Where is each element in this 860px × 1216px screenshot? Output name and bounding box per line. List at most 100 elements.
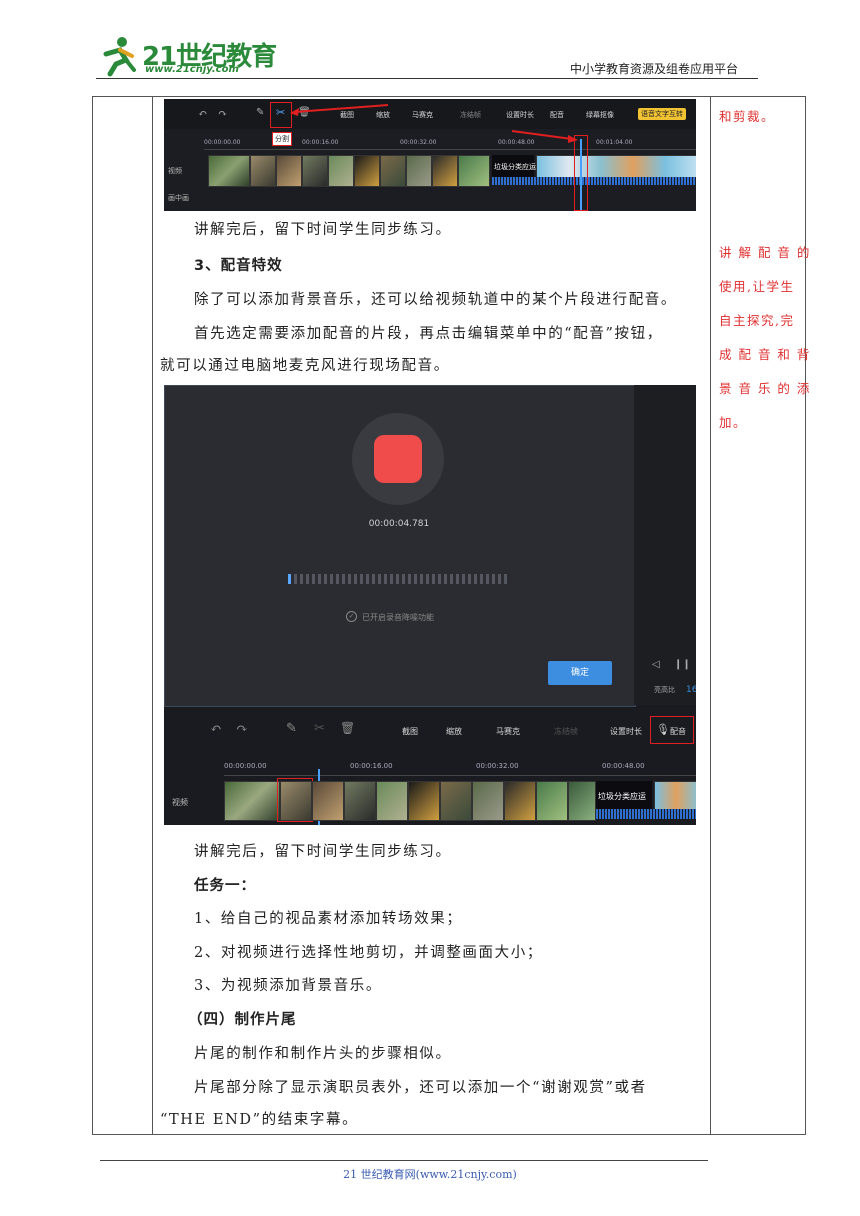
clip-thumbnail[interactable] [406, 155, 432, 187]
arrow-to-playhead [511, 130, 578, 143]
header-divider [96, 78, 758, 79]
tool-freeze[interactable]: 冻结帧 [460, 110, 481, 120]
track-video-label: 视频 [168, 167, 182, 175]
logo-url: www.21cnjy.com [145, 64, 239, 75]
note-text: 景 音 乐 的 添 [719, 381, 811, 396]
paragraph: 讲解完后，留下时间学生同步练习。 [194, 222, 452, 238]
section-heading: 3、配音特效 [194, 258, 283, 274]
clip-thumbnail[interactable] [250, 155, 276, 187]
clip-thumbnail[interactable] [654, 781, 696, 811]
editor-screenshot-dubbing: 00:00:04.781 ✓ 已开启录音降噪功能 确定 ◁ ❙❙ 亮高比 16 … [164, 385, 696, 825]
clip-thumbnail[interactable] [302, 155, 328, 187]
footer-divider [100, 1160, 708, 1161]
tick: 00:00:00.00 [204, 139, 241, 146]
clip-thumbnail[interactable] [276, 155, 302, 187]
paragraph: 除了可以添加背景音乐，还可以给视频轨道中的某个片段进行配音。 [194, 292, 677, 308]
paragraph: 就可以通过电脑地麦克风进行现场配音。 [160, 358, 450, 374]
tool-freeze[interactable]: 冻结帧 [554, 726, 578, 737]
redo-icon[interactable]: ↷ [236, 721, 248, 737]
clip-thumbnail[interactable] [536, 781, 568, 821]
stop-record-button[interactable] [374, 435, 422, 483]
title-clip[interactable]: 垃圾分类应运 [492, 155, 536, 177]
clip-thumbnail[interactable] [376, 781, 408, 821]
clip-thumbnail[interactable] [354, 155, 380, 187]
speech-text-badge[interactable]: 语音文字互转 [638, 108, 686, 120]
clip-thumbnail[interactable] [224, 781, 280, 821]
clip-thumbnail[interactable] [504, 781, 536, 821]
highlight-selected-clip [277, 778, 313, 822]
ruler [224, 775, 696, 776]
paragraph: 首先选定需要添加配音的片段，再点击编辑菜单中的“配音”按钮， [194, 326, 663, 342]
pause-icon[interactable]: ❙❙ [674, 659, 691, 670]
clip-thumbnail[interactable] [208, 155, 250, 187]
table-col-divider-1 [152, 96, 153, 1135]
tool-duration[interactable]: 设置时长 [506, 110, 534, 120]
table-col-divider-2 [710, 96, 711, 1135]
clip-thumbnail[interactable] [458, 155, 490, 187]
clip-thumbnail[interactable] [312, 781, 344, 821]
pencil-icon[interactable]: ✎ [256, 107, 264, 118]
clip-thumbnail[interactable] [408, 781, 440, 821]
preview-panel [634, 385, 696, 705]
task-item: 3、为视频添加背景音乐。 [194, 978, 382, 994]
table-left-border [92, 96, 93, 1135]
trash-icon[interactable]: 🗑 [340, 721, 355, 735]
tool-mosaic[interactable]: 马赛克 [412, 110, 433, 120]
redo-icon[interactable]: ↷ [218, 107, 227, 120]
clip-thumbnail[interactable] [472, 781, 504, 821]
clip-thumbnail[interactable] [432, 155, 458, 187]
note-text: 成 配 音 和 背 [719, 347, 811, 362]
pencil-icon[interactable]: ✎ [286, 721, 297, 736]
note-text: 和剪裁。 [719, 109, 776, 124]
tick: 00:00:32.00 [476, 762, 519, 770]
note-text: 自主探究,完 [719, 313, 795, 328]
highlight-split-tool [270, 102, 292, 128]
track-pip-label: 画中画 [168, 194, 189, 202]
table-top-border [92, 96, 806, 97]
noise-reduction-note: 已开启录音降噪功能 [362, 613, 434, 622]
split-tooltip: 分割 [272, 132, 292, 146]
clip-thumbnail[interactable] [328, 155, 354, 187]
undo-icon[interactable]: ↶ [210, 721, 222, 737]
tick: 00:00:32.00 [400, 139, 437, 146]
clip-thumbnail[interactable] [344, 781, 376, 821]
task-item: 1、给自己的视品素材添加转场效果； [194, 911, 463, 927]
note-text: 使用,让学生 [719, 279, 795, 294]
tool-greenscreen[interactable]: 绿幕抠像 [586, 110, 614, 120]
tick: 00:00:16.00 [350, 762, 393, 770]
clip-thumbnail[interactable] [380, 155, 406, 187]
confirm-button[interactable]: 确定 [548, 661, 612, 685]
tool-zoom[interactable]: 缩放 [446, 726, 462, 737]
tool-duration[interactable]: 设置时长 [610, 726, 642, 737]
scissors-icon[interactable]: ✂ [314, 721, 325, 736]
header-platform-title: 中小学教育资源及组卷应用平台 [570, 62, 739, 76]
tool-crop[interactable]: 截图 [402, 726, 418, 737]
note-text: 讲 解 配 音 的 [719, 245, 811, 260]
table-bottom-border [92, 1134, 806, 1135]
ruler [204, 149, 696, 150]
task-item: 2、对视频进行选择性地剪切，并调整画面大小； [194, 945, 543, 961]
editor-screenshot-split: ↶ ↷ ✎ ✂ 🗑 截图 缩放 马赛克 冻结帧 设置时长 配音 绿幕抠像 语音文… [164, 99, 696, 211]
tool-mosaic[interactable]: 马赛克 [496, 726, 520, 737]
section-heading: （四）制作片尾 [188, 1012, 297, 1028]
prev-frame-icon[interactable]: ◁ [652, 659, 660, 670]
task-title: 任务一： [194, 878, 256, 894]
clip-thumbnail[interactable] [568, 781, 596, 821]
tick: 00:01:04.00 [596, 139, 633, 146]
tool-dub[interactable]: 配音 [550, 110, 564, 120]
recording-timer: 00:00:04.781 [368, 519, 430, 529]
title-clip[interactable]: 垃圾分类应运 [596, 781, 652, 809]
logo-runner-icon [96, 34, 140, 78]
volume-level [288, 574, 291, 584]
clip-thumbnail[interactable] [536, 155, 696, 179]
highlight-dub-tool [650, 716, 694, 744]
paragraph: 讲解完后，留下时间学生同步练习。 [194, 844, 452, 860]
highlight-playhead [574, 135, 588, 211]
footer-text: 21 世纪教育网(www.21cnjy.com) [343, 1168, 517, 1181]
aspect-value: 16 [686, 685, 696, 695]
tick: 00:00:00.00 [224, 762, 267, 770]
audio-waveform [596, 809, 696, 819]
volume-meter [288, 574, 510, 584]
clip-thumbnail[interactable] [440, 781, 472, 821]
undo-icon[interactable]: ↶ [198, 107, 207, 120]
